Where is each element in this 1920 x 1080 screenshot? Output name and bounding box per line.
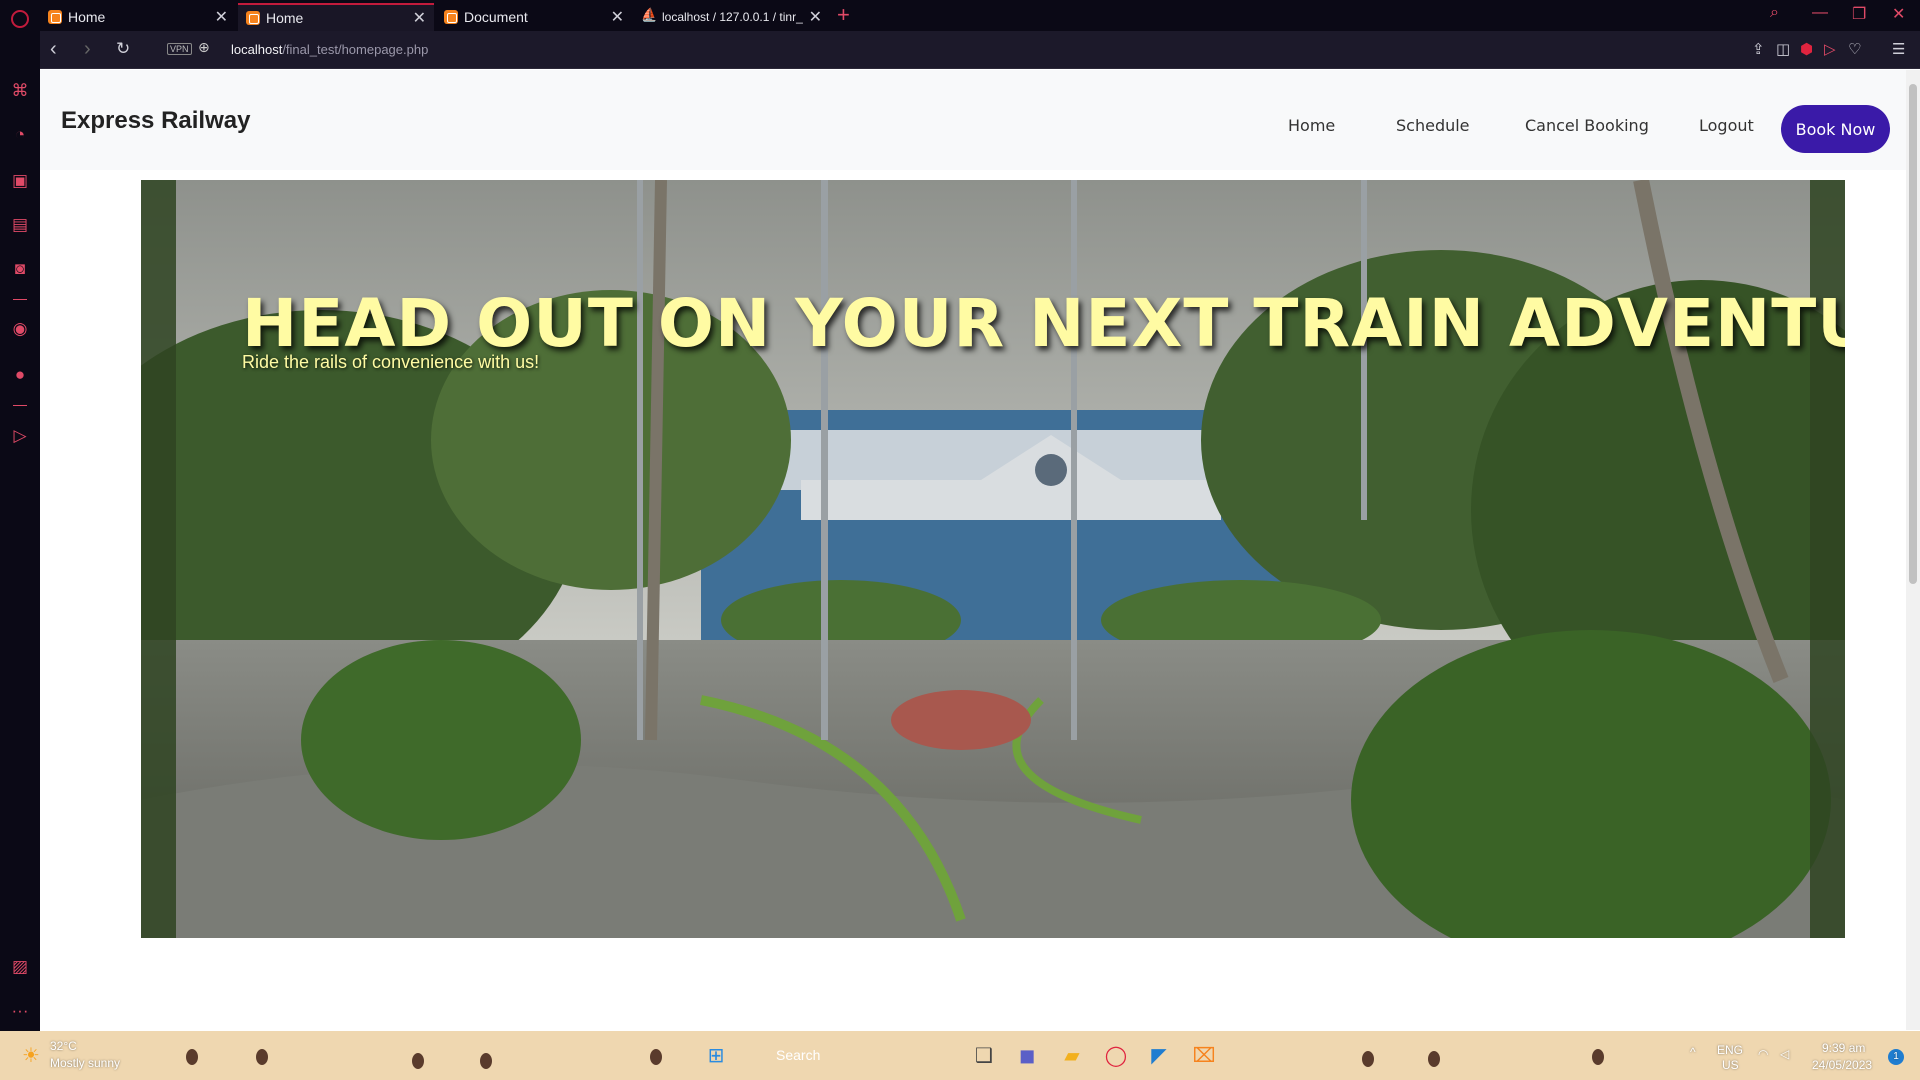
- forward-icon[interactable]: ›: [84, 38, 91, 61]
- more-options-icon[interactable]: ···: [10, 1001, 30, 1021]
- speed-dial-icon[interactable]: ◔: [10, 125, 30, 145]
- flow-icon[interactable]: ▷: [10, 426, 30, 446]
- opera-logo-icon[interactable]: [11, 10, 29, 28]
- close-window-icon[interactable]: ✕: [1892, 4, 1905, 24]
- url-field[interactable]: localhost/final_test/homepage.php: [231, 42, 428, 57]
- windows-start-icon[interactable]: ⊞: [703, 1043, 729, 1069]
- workspace-bag-icon[interactable]: ▣: [10, 171, 30, 191]
- tab-home-1[interactable]: Home ✕: [40, 3, 236, 31]
- language-bottom[interactable]: US: [1722, 1058, 1739, 1072]
- minimize-icon[interactable]: —: [1812, 4, 1828, 22]
- tab-title: Home: [266, 10, 304, 26]
- hero-subtitle: Ride the rails of convenience with us!: [242, 352, 540, 372]
- browser-sidebar: ⌘ ◔ ▣ ▤ ◙ ◉ ● ▷ ▨ ···: [0, 31, 40, 1031]
- wallpaper-dot: [256, 1049, 268, 1065]
- xampp-favicon-icon: [48, 10, 62, 24]
- wallpaper-dot: [650, 1049, 662, 1065]
- site-brand[interactable]: Express Railway: [61, 107, 250, 135]
- url-host: localhost: [231, 42, 283, 57]
- whatsapp-icon[interactable]: ●: [10, 365, 30, 385]
- vpn-badge[interactable]: VPN: [167, 43, 192, 55]
- phpmyadmin-favicon-icon: [641, 7, 656, 24]
- close-tab-icon[interactable]: ✕: [611, 7, 624, 27]
- search-label: Search: [776, 1047, 821, 1063]
- adblock-shield-icon[interactable]: ⬢: [1800, 40, 1813, 58]
- wallpaper-dot: [412, 1053, 424, 1069]
- vscode-taskbar-icon[interactable]: ◤: [1146, 1043, 1172, 1069]
- tray-overflow-icon[interactable]: ^: [1690, 1045, 1696, 1059]
- browser-tab-bar: Home ✕ Home ✕ Document ✕ localhost / 127…: [0, 0, 1920, 31]
- wallpaper-dot: [1362, 1051, 1374, 1067]
- search-tabs-icon[interactable]: ⌕: [1770, 4, 1779, 22]
- restore-icon[interactable]: ❐: [1852, 4, 1866, 24]
- sidebar-divider: [13, 299, 27, 300]
- tab-title: Document: [464, 9, 528, 25]
- flow-send-icon[interactable]: ▷: [1824, 40, 1836, 58]
- nav-link-schedule[interactable]: Schedule: [1396, 116, 1470, 135]
- book-now-button[interactable]: Book Now: [1781, 105, 1890, 153]
- share-icon[interactable]: ⇪: [1752, 40, 1765, 58]
- address-bar: ‹ › ↻ VPN ⊕ localhost/final_test/homepag…: [40, 31, 1920, 69]
- tab-title: localhost / 127.0.0.1 / tinr_: [662, 10, 803, 24]
- easy-setup-menu-icon[interactable]: ☰: [1892, 40, 1905, 58]
- language-top[interactable]: ENG: [1717, 1043, 1743, 1057]
- messenger-icon[interactable]: ◉: [10, 319, 30, 339]
- twitch-icon[interactable]: ▤: [10, 215, 30, 235]
- reload-icon[interactable]: ↻: [116, 39, 130, 59]
- task-view-icon[interactable]: ❑: [971, 1043, 997, 1069]
- xampp-taskbar-icon[interactable]: ⌧: [1191, 1043, 1217, 1069]
- file-explorer-icon[interactable]: ▰: [1059, 1043, 1085, 1069]
- nav-link-cancel-booking[interactable]: Cancel Booking: [1525, 116, 1649, 135]
- back-icon[interactable]: ‹: [50, 38, 57, 61]
- windows-taskbar: ☀ 32°C Mostly sunny ⊞ Search ❑ ◼ ▰ ◯ ◤ ⌧…: [0, 1031, 1920, 1080]
- teams-chat-icon[interactable]: ◼: [1014, 1043, 1040, 1069]
- weather-description[interactable]: Mostly sunny: [50, 1056, 120, 1070]
- scrollbar-thumb[interactable]: [1909, 84, 1917, 584]
- close-tab-icon[interactable]: ✕: [215, 7, 228, 27]
- wallpaper-dot: [186, 1049, 198, 1065]
- close-tab-icon[interactable]: ✕: [809, 7, 822, 27]
- tab-phpmyadmin[interactable]: localhost / 127.0.0.1 / tinr_ ✕: [634, 3, 830, 31]
- site-navbar: Express Railway Home Schedule Cancel Boo…: [40, 70, 1906, 170]
- gallery-icon[interactable]: ▨: [10, 957, 30, 977]
- tab-title: Home: [68, 9, 106, 25]
- discord-icon[interactable]: ◙: [10, 259, 30, 279]
- wallpaper-dot: [1428, 1051, 1440, 1067]
- wallpaper-dot: [480, 1053, 492, 1069]
- bookmark-heart-icon[interactable]: ♡: [1848, 40, 1861, 58]
- page-scrollbar[interactable]: [1906, 70, 1920, 1030]
- gaming-controller-icon[interactable]: ⌘: [10, 81, 30, 101]
- site-info-icon[interactable]: ⊕: [198, 39, 210, 56]
- clock-date[interactable]: 24/05/2023: [1812, 1058, 1872, 1072]
- hero-banner: HEAD OUT ON YOUR NEXT TRAIN ADVENTURE Ri…: [141, 180, 1845, 938]
- web-page: Express Railway Home Schedule Cancel Boo…: [40, 70, 1906, 1030]
- hero-title: HEAD OUT ON YOUR NEXT TRAIN ADVENTURE: [242, 285, 1845, 362]
- clock-time[interactable]: 9:39 am: [1822, 1041, 1865, 1055]
- xampp-favicon-icon: [246, 11, 260, 25]
- taskbar-search[interactable]: Search: [746, 1039, 886, 1071]
- nav-link-logout[interactable]: Logout: [1699, 116, 1754, 135]
- weather-temp[interactable]: 32°C: [50, 1039, 77, 1053]
- nav-link-home[interactable]: Home: [1288, 116, 1335, 135]
- notification-badge[interactable]: 1: [1888, 1049, 1904, 1065]
- wifi-icon[interactable]: ◠: [1758, 1047, 1768, 1061]
- close-tab-icon[interactable]: ✕: [413, 8, 426, 28]
- volume-icon[interactable]: ◁: [1780, 1047, 1789, 1061]
- new-tab-icon[interactable]: +: [837, 2, 850, 28]
- camera-icon[interactable]: ◫: [1776, 40, 1790, 58]
- xampp-favicon-icon: [444, 10, 458, 24]
- sidebar-divider: [13, 405, 27, 406]
- url-path: /final_test/homepage.php: [282, 42, 429, 57]
- tab-document[interactable]: Document ✕: [436, 3, 632, 31]
- weather-sun-icon[interactable]: ☀: [18, 1043, 44, 1069]
- opera-taskbar-icon[interactable]: ◯: [1103, 1043, 1129, 1069]
- tab-home-2[interactable]: Home ✕: [238, 3, 434, 31]
- wallpaper-dot: [1592, 1049, 1604, 1065]
